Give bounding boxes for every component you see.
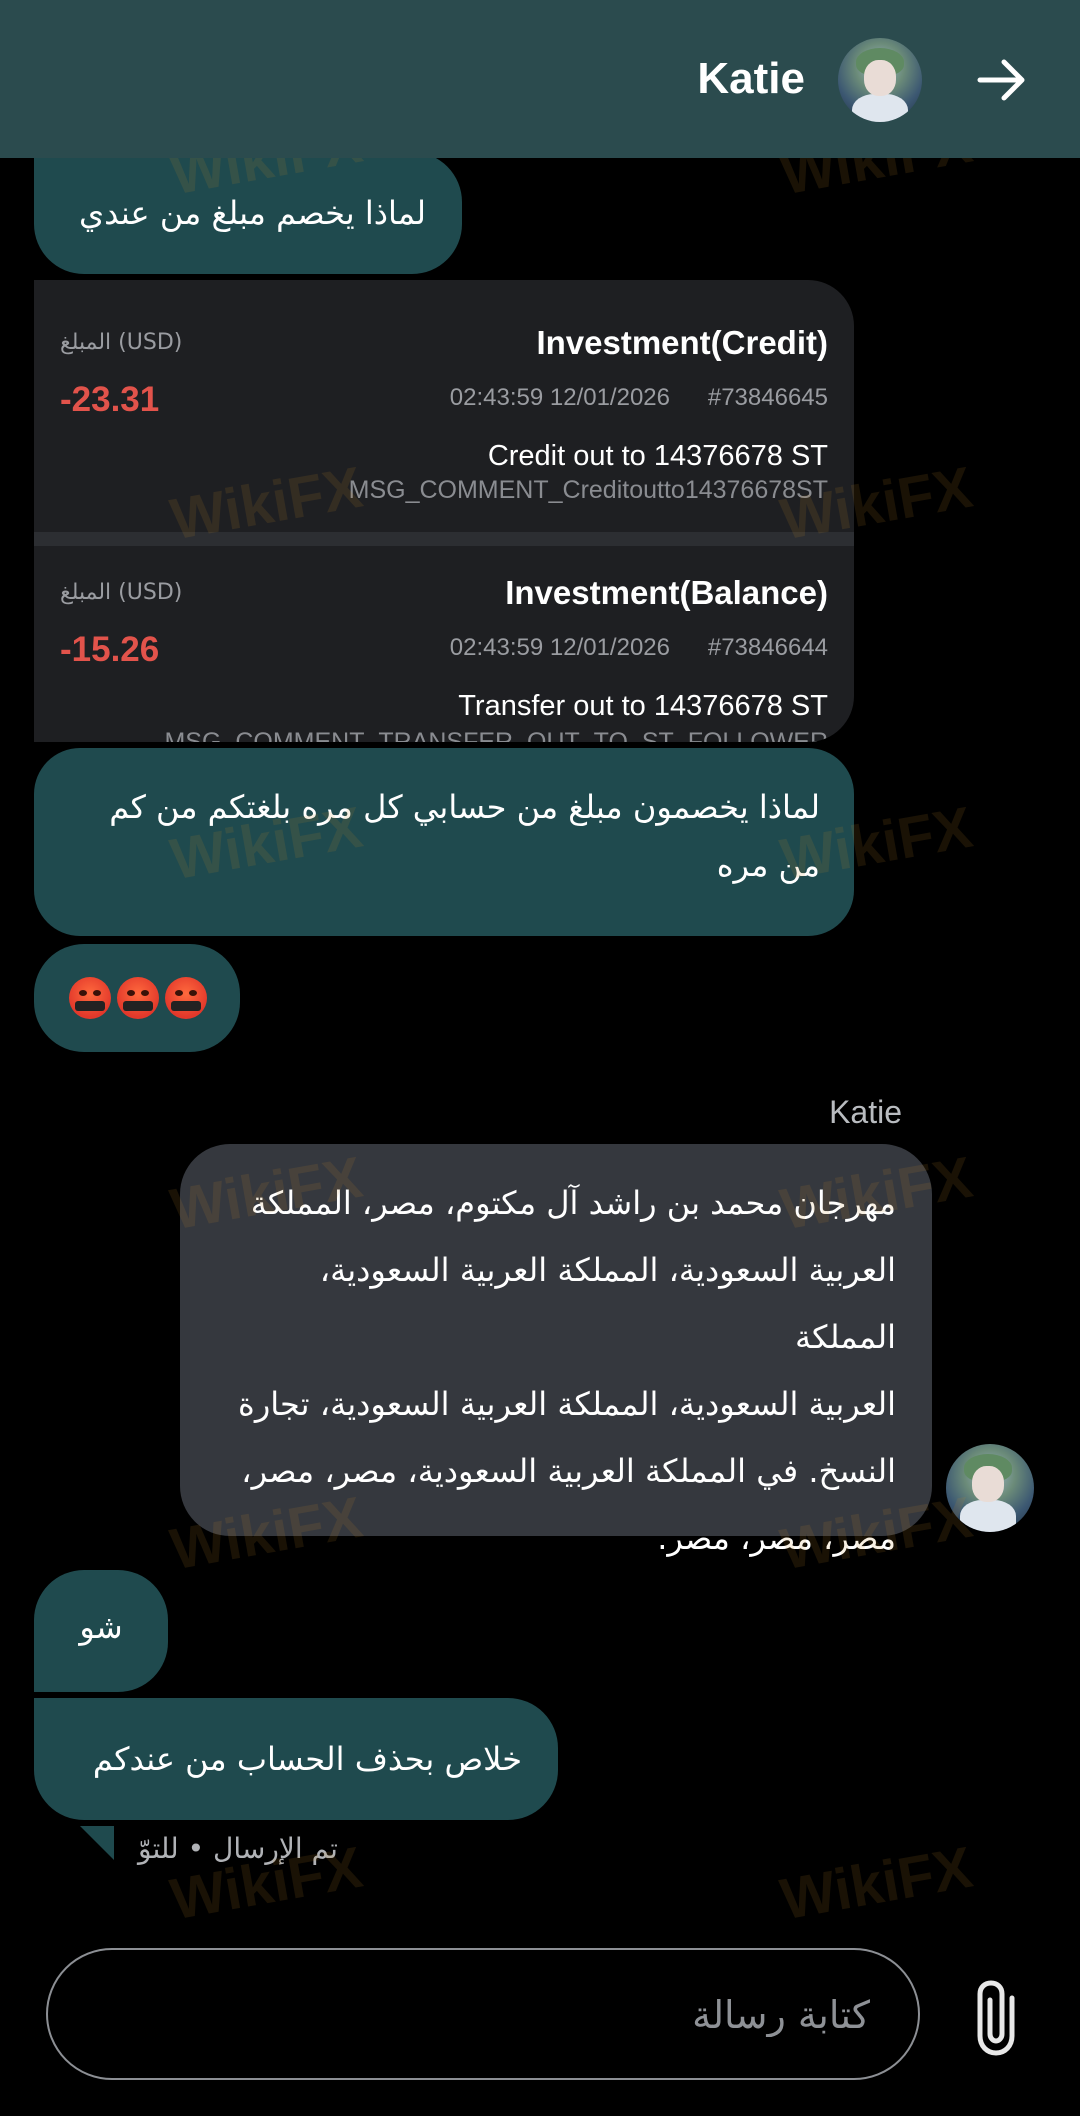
sent-message[interactable]: لماذا يخصمون مبلغ من حسابي كل مره بلغتكم…: [34, 748, 854, 936]
transaction-title: Investment(Credit): [536, 324, 828, 361]
transaction-description: Credit out to 14376678 ST: [487, 440, 828, 472]
received-message[interactable]: مهرجان محمد بن راشد آل مكتوم، مصر، الممل…: [180, 1144, 932, 1557]
message-composer: [46, 1948, 920, 2080]
sent-message[interactable]: شو: [34, 1570, 168, 1692]
message-line: النسخ. في المملكة العربية السعودية، مصر،…: [241, 1452, 896, 1490]
contact-avatar[interactable]: [838, 38, 922, 122]
amount-label: المبلغ (USD): [60, 580, 183, 605]
transaction-comment: MSG_COMMENT_TRANSFER_OUT_TO_ST_FOLLOWER: [164, 728, 828, 742]
message-text: شو: [79, 1608, 123, 1646]
transaction-item: Investment(Credit) #73846645 02:43:59 12…: [34, 280, 854, 530]
message-text: خلاص بحذف الحساب من عندكم: [92, 1740, 522, 1778]
message-status: تم الإرسال • للتوّ: [138, 1832, 338, 1865]
transaction-amount: -23.31: [60, 380, 160, 419]
chat-header: Katie: [0, 0, 1080, 158]
message-line: مهرجان محمد بن راشد آل مكتوم، مصر، الممل…: [250, 1184, 896, 1222]
message-line: مصر، مصر، مصر.: [657, 1519, 896, 1557]
message-text: لماذا يخصمون مبلغ من حسابي كل مره بلغتكم…: [109, 788, 820, 826]
transaction-date: 02:43:59 12/01/2026: [449, 384, 670, 411]
transaction-description: Transfer out to 14376678 ST: [458, 690, 828, 722]
transaction-id: #73846644: [707, 634, 828, 661]
sender-name: Katie: [829, 1094, 902, 1130]
transaction-date: 02:43:59 12/01/2026: [449, 634, 670, 661]
message-line: العربية السعودية، المملكة العربية السعود…: [319, 1251, 896, 1356]
transaction-id: #73846645: [707, 384, 828, 411]
transaction-item: Investment(Balance) #73846644 02:43:59 1…: [34, 530, 854, 742]
message-input[interactable]: [88, 1976, 872, 2054]
paperclip-icon[interactable]: [956, 1976, 1040, 2060]
sent-emoji-message[interactable]: [34, 944, 240, 1052]
watermark: WikiFX: [775, 1834, 978, 1933]
sent-message[interactable]: خلاص بحذف الحساب من عندكم: [34, 1698, 558, 1820]
message-line: العربية السعودية، المملكة العربية السعود…: [238, 1385, 896, 1423]
transaction-amount: -15.26: [60, 630, 160, 669]
transaction-title: Investment(Balance): [505, 574, 828, 611]
contact-name[interactable]: Katie: [697, 54, 805, 104]
sent-tick-icon: [80, 1826, 114, 1860]
transactions-screenshot[interactable]: Investment(Credit) #73846645 02:43:59 12…: [34, 280, 854, 742]
face-with-symbols-on-mouth-icon: [117, 977, 159, 1019]
message-text: من مره: [716, 846, 820, 884]
sent-message[interactable]: لماذا يخصم مبلغ من عندي: [34, 152, 462, 274]
face-with-symbols-on-mouth-icon: [165, 977, 207, 1019]
arrow-right-icon[interactable]: [974, 52, 1030, 108]
transaction-comment: MSG_COMMENT_Creditoutto14376678ST: [348, 476, 828, 504]
face-with-symbols-on-mouth-icon: [69, 977, 111, 1019]
amount-label: المبلغ (USD): [60, 330, 183, 355]
sender-avatar[interactable]: [946, 1444, 1034, 1532]
message-text: لماذا يخصم مبلغ من عندي: [79, 194, 426, 232]
